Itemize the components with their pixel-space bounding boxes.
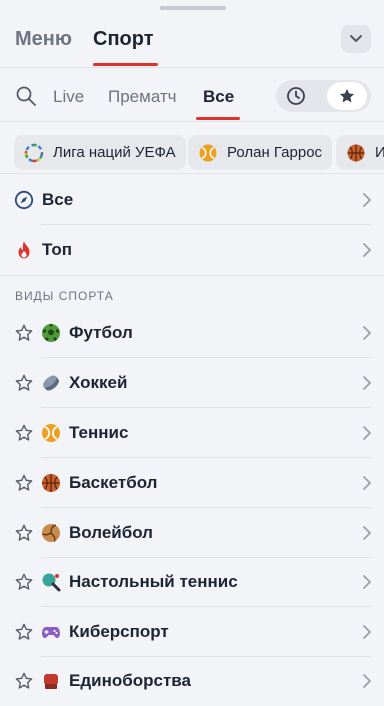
favorites-toggle[interactable] [325, 80, 369, 112]
star-outline-icon[interactable] [14, 423, 34, 443]
main-tabs: Меню Спорт [0, 24, 384, 68]
chevron-right-icon [363, 193, 371, 207]
list-item-basketball[interactable]: Баскетбол [0, 458, 384, 508]
chevron-right-icon [363, 376, 371, 390]
tab-live[interactable]: Live [53, 87, 84, 107]
list-item-label: Все [42, 190, 74, 209]
list-item-label: Хоккей [69, 373, 128, 392]
list-item-football[interactable]: Футбол [0, 308, 384, 358]
star-outline-icon[interactable] [14, 473, 34, 493]
list-item-top[interactable]: Топ [0, 225, 384, 275]
chevron-right-icon [363, 243, 371, 257]
tennis-ball-icon [199, 144, 217, 161]
popular-chips: Лига наций УЕФА Ролан Гаррос Ис [0, 122, 384, 174]
chevron-right-icon [363, 526, 371, 540]
active-tab-indicator [93, 63, 158, 66]
tab-prematch[interactable]: Прематч [108, 87, 177, 107]
chevron-right-icon [363, 674, 371, 688]
list-item-combat-sports[interactable]: Единоборства [0, 656, 384, 706]
list-item-label: Волейбол [69, 523, 153, 542]
chevron-right-icon [363, 625, 371, 639]
list-item-label: Баскетбол [69, 473, 158, 492]
chip-label: Лига наций УЕФА [53, 144, 176, 161]
boxing-glove-icon [44, 674, 58, 689]
list-item-volleyball[interactable]: Волейбол [0, 508, 384, 558]
star-icon [339, 88, 355, 103]
star-outline-icon[interactable] [14, 373, 34, 393]
tab-menu[interactable]: Меню [15, 28, 72, 51]
tennis-ball-icon [42, 424, 60, 442]
star-outline-icon[interactable] [14, 523, 34, 543]
list-item-label: Единоборства [69, 671, 191, 690]
upcoming-toggle[interactable] [276, 80, 316, 112]
list-item-label: Футбол [69, 323, 133, 342]
uefa-icon [24, 143, 44, 162]
hockey-puck-icon [43, 375, 59, 391]
chevron-right-icon [363, 426, 371, 440]
list-item-hockey[interactable]: Хоккей [0, 358, 384, 408]
section-title: ВИДЫ СПОРТА [15, 289, 114, 303]
collapse-button[interactable] [341, 25, 371, 53]
view-toggle [276, 80, 371, 112]
gamepad-icon [42, 627, 60, 638]
list-item-all[interactable]: Все [0, 175, 384, 225]
list-item-label: Киберспорт [69, 622, 169, 641]
active-filter-indicator [196, 117, 240, 120]
basketball-icon [42, 474, 60, 492]
filter-tabs: Live Прематч Все [0, 68, 384, 122]
tab-all[interactable]: Все [203, 87, 234, 107]
chip-uefa-nations-league[interactable]: Лига наций УЕФА [14, 135, 186, 170]
chip-label: Ис [375, 144, 384, 161]
tab-sport[interactable]: Спорт [93, 28, 154, 51]
drag-handle[interactable] [160, 6, 226, 10]
divider [0, 275, 384, 276]
chevron-right-icon [363, 476, 371, 490]
chip-roland-garros[interactable]: Ролан Гаррос [188, 135, 333, 170]
chevron-right-icon [363, 326, 371, 340]
list-item-esports[interactable]: Киберспорт [0, 607, 384, 657]
list-item-label: Настольный теннис [69, 572, 238, 591]
star-outline-icon[interactable] [14, 323, 34, 343]
chip-label: Ролан Гаррос [227, 144, 323, 161]
compass-icon [14, 190, 34, 210]
star-outline-icon[interactable] [14, 622, 34, 642]
football-icon [42, 323, 60, 342]
chevron-down-icon [350, 35, 362, 42]
table-tennis-icon [42, 573, 61, 592]
list-item-label: Топ [42, 240, 72, 259]
list-item-table-tennis[interactable]: Настольный теннис [0, 557, 384, 607]
volleyball-icon [41, 524, 60, 542]
fire-icon [18, 241, 30, 259]
chevron-right-icon [363, 575, 371, 589]
search-icon[interactable] [15, 85, 37, 107]
star-outline-icon[interactable] [14, 671, 34, 691]
basketball-icon [347, 144, 365, 161]
list-item-label: Теннис [69, 423, 129, 442]
list-item-tennis[interactable]: Теннис [0, 408, 384, 458]
sport-menu-sheet: Меню Спорт Live Прематч Все Лига наций У… [0, 0, 384, 690]
clock-icon [287, 87, 305, 105]
chip-basketball[interactable]: Ис [336, 135, 384, 170]
star-outline-icon[interactable] [14, 572, 34, 592]
